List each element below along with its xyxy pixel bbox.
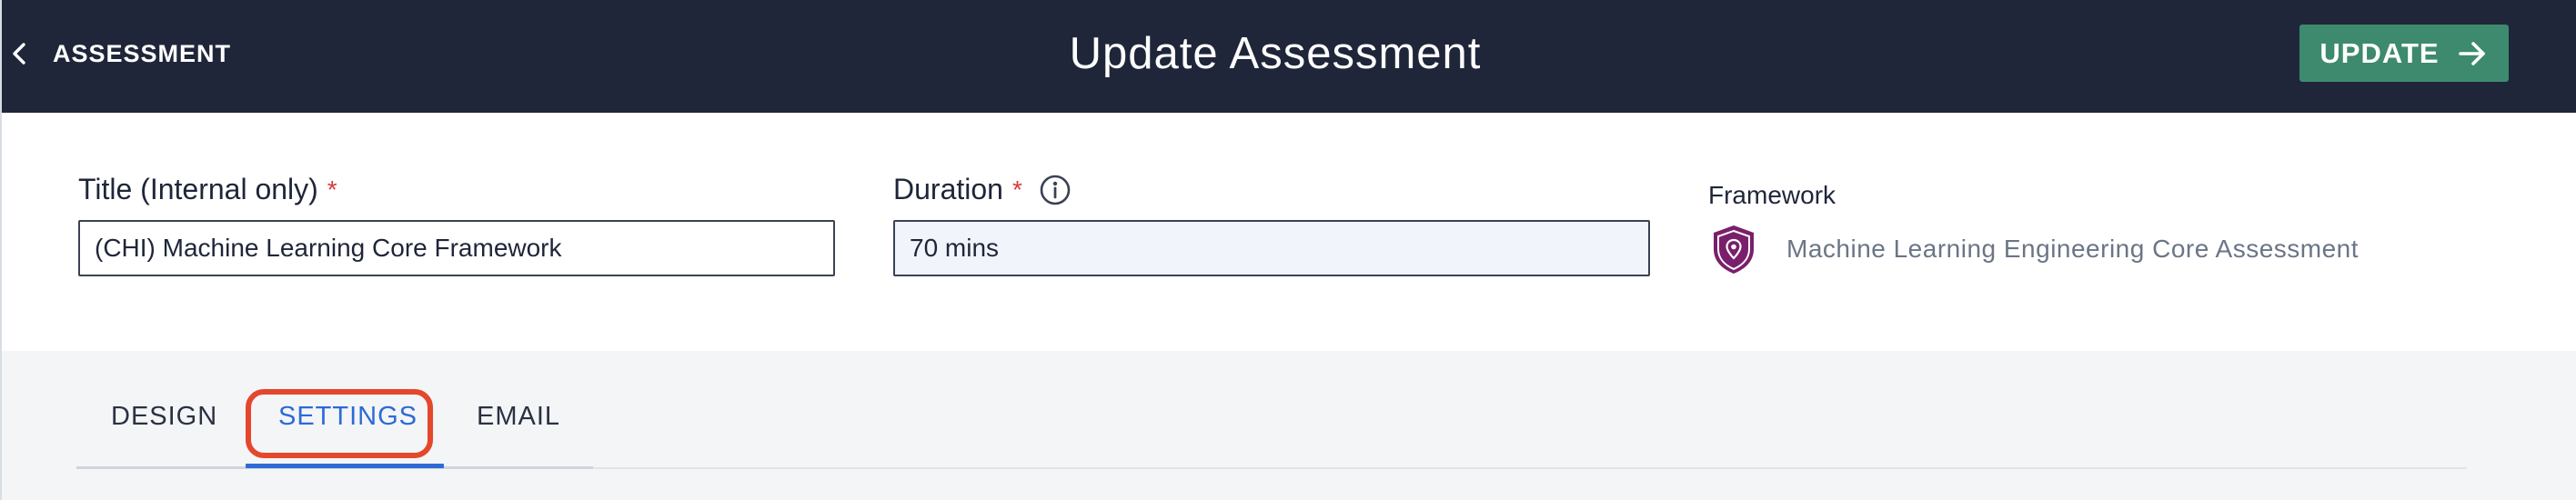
assessment-form: Title (Internal only) * Duration * Frame… [0, 113, 2576, 351]
duration-input[interactable] [893, 220, 1650, 276]
page-title: Update Assessment [1069, 29, 1482, 78]
duration-label-text: Duration [893, 173, 1003, 205]
info-icon[interactable] [1039, 174, 1072, 206]
required-asterisk: * [327, 175, 337, 204]
active-tab-indicator [246, 464, 444, 468]
top-bar: ASSESSMENT Update Assessment UPDATE [0, 0, 2576, 113]
title-label-text: Title (Internal only) [78, 173, 318, 205]
duration-field-label: Duration * [893, 173, 1072, 206]
tab-design[interactable]: DESIGN [111, 402, 217, 432]
framework-item: Machine Learning Engineering Core Assess… [1706, 220, 2359, 278]
tab-settings[interactable]: SETTINGS [278, 402, 418, 432]
title-field-label: Title (Internal only) * [78, 173, 337, 206]
framework-label: Framework [1708, 181, 1836, 209]
title-input[interactable] [78, 220, 835, 276]
required-asterisk: * [1011, 175, 1022, 204]
shield-location-icon [1714, 225, 1754, 274]
arrow-right-icon [2458, 41, 2485, 65]
framework-name: Machine Learning Engineering Core Assess… [1786, 235, 2360, 263]
update-button-label: UPDATE [2319, 36, 2440, 69]
tab-email[interactable]: EMAIL [477, 402, 560, 432]
update-button[interactable]: UPDATE [2299, 25, 2509, 82]
tabs-section: DESIGN SETTINGS EMAIL [0, 351, 2576, 500]
